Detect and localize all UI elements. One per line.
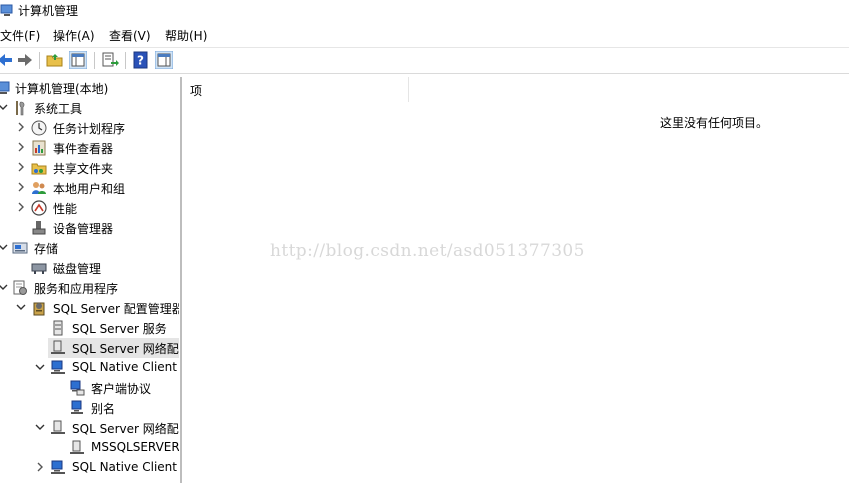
tree-item-storage[interactable]: 存储 — [0, 238, 179, 258]
toolbar-separator — [125, 52, 126, 69]
chevron-down-icon[interactable] — [0, 241, 9, 253]
network-config-icon — [51, 340, 65, 354]
result-pane: 项 这里没有任何项目。 — [183, 77, 849, 483]
svg-text:?: ? — [137, 54, 144, 68]
tree-item-sql-server-services[interactable]: SQL Server 服务 — [0, 318, 179, 338]
empty-list-message: 这里没有任何项目。 — [660, 116, 769, 130]
tree-item-sql-native-client[interactable]: SQL Native Client — [0, 458, 179, 478]
tree-item-client-protocols[interactable]: 客户端协议 — [0, 378, 179, 398]
chevron-right-icon[interactable] — [15, 121, 27, 133]
alias-icon — [71, 400, 83, 414]
tree-item-event-viewer[interactable]: 事件查看器 — [0, 138, 179, 158]
native-client-icon — [51, 360, 65, 374]
tree-item-mssqlserver-protocols[interactable]: MSSQLSERVER — [0, 438, 179, 458]
menu-bar: 文件(F) 操作(A) 查看(V) 帮助(H) — [0, 25, 849, 46]
menu-view[interactable]: 查看(V) — [109, 27, 151, 44]
toolbar-separator — [94, 52, 95, 69]
back-arrow-icon[interactable] — [0, 51, 14, 69]
pane-splitter[interactable] — [180, 77, 182, 483]
chevron-right-icon[interactable] — [15, 181, 27, 193]
title-bar: 计算机管理 — [0, 0, 849, 22]
toolbar-separator — [39, 52, 40, 69]
console-tree: 计算机管理(本地) 系统工具 任务计划程序 事件查看器 共享文件夹 本地用户和组… — [0, 77, 179, 483]
tree-item-sql-native-client-32bit[interactable]: SQL Native Client — [0, 358, 179, 378]
tree-item-services-applications[interactable]: 服务和应用程序 — [0, 278, 179, 298]
tree-item-aliases[interactable]: 别名 — [0, 398, 179, 418]
tree-item-sql-config-manager[interactable]: SQL Server 配置管理器 — [0, 298, 179, 318]
chevron-down-icon[interactable] — [15, 301, 27, 313]
chevron-down-icon[interactable] — [34, 361, 46, 373]
computer-management-icon — [0, 4, 13, 16]
server-icon — [53, 320, 63, 336]
chevron-down-icon[interactable] — [0, 281, 9, 293]
tree-item-task-scheduler[interactable]: 任务计划程序 — [0, 118, 179, 138]
forward-arrow-icon[interactable] — [16, 51, 34, 69]
computer-management-icon — [0, 81, 10, 94]
sql-config-manager-icon — [33, 302, 45, 316]
tree-item-device-manager[interactable]: 设备管理器 — [0, 218, 179, 238]
tree-item-system-tools[interactable]: 系统工具 — [0, 98, 179, 118]
network-config-icon — [51, 420, 65, 434]
tree-item-computer-management[interactable]: 计算机管理(本地) — [0, 78, 179, 98]
chevron-down-icon[interactable] — [34, 421, 46, 433]
disk-icon — [31, 263, 47, 274]
help-icon[interactable]: ? — [132, 51, 150, 69]
chevron-down-icon[interactable] — [0, 101, 9, 113]
window-title: 计算机管理 — [18, 4, 79, 18]
services-applications-icon — [13, 280, 27, 295]
tree-item-shared-folders[interactable]: 共享文件夹 — [0, 158, 179, 178]
column-header-item[interactable]: 项 — [190, 82, 202, 99]
show-hide-console-tree-icon[interactable] — [69, 51, 87, 69]
menu-action[interactable]: 操作(A) — [53, 27, 95, 44]
tree-item-sql-network-config-32bit[interactable]: SQL Server 网络配 — [48, 338, 179, 358]
shared-folder-icon — [31, 163, 47, 175]
tree-item-local-users-groups[interactable]: 本地用户和组 — [0, 178, 179, 198]
chevron-right-icon[interactable] — [15, 201, 27, 213]
event-viewer-icon — [32, 140, 46, 156]
tree-item-disk-management[interactable]: 磁盘管理 — [0, 258, 179, 278]
watermark: http://blog.csdn.net/asd051377305 — [270, 241, 585, 261]
clock-icon — [31, 120, 47, 136]
storage-icon — [12, 242, 28, 254]
tree-item-performance[interactable]: 性能 — [0, 198, 179, 218]
device-manager-icon — [32, 221, 46, 235]
up-folder-icon[interactable] — [46, 51, 64, 69]
tree-item-sql-network-config[interactable]: SQL Server 网络配 — [0, 418, 179, 438]
show-hide-action-pane-icon[interactable] — [155, 51, 173, 69]
performance-gauge-icon — [31, 200, 47, 216]
native-client-icon — [51, 460, 65, 474]
chevron-right-icon[interactable] — [15, 141, 27, 153]
toolbar: ? — [0, 47, 849, 74]
users-icon — [32, 182, 46, 194]
export-list-icon[interactable] — [101, 51, 119, 69]
protocols-icon — [70, 440, 84, 454]
chevron-right-icon[interactable] — [15, 161, 27, 173]
column-divider[interactable] — [408, 77, 409, 102]
menu-help[interactable]: 帮助(H) — [165, 27, 207, 44]
client-protocols-icon — [70, 380, 85, 396]
chevron-right-icon[interactable] — [34, 461, 46, 473]
system-tools-icon — [16, 101, 25, 116]
menu-file[interactable]: 文件(F) — [0, 27, 40, 44]
